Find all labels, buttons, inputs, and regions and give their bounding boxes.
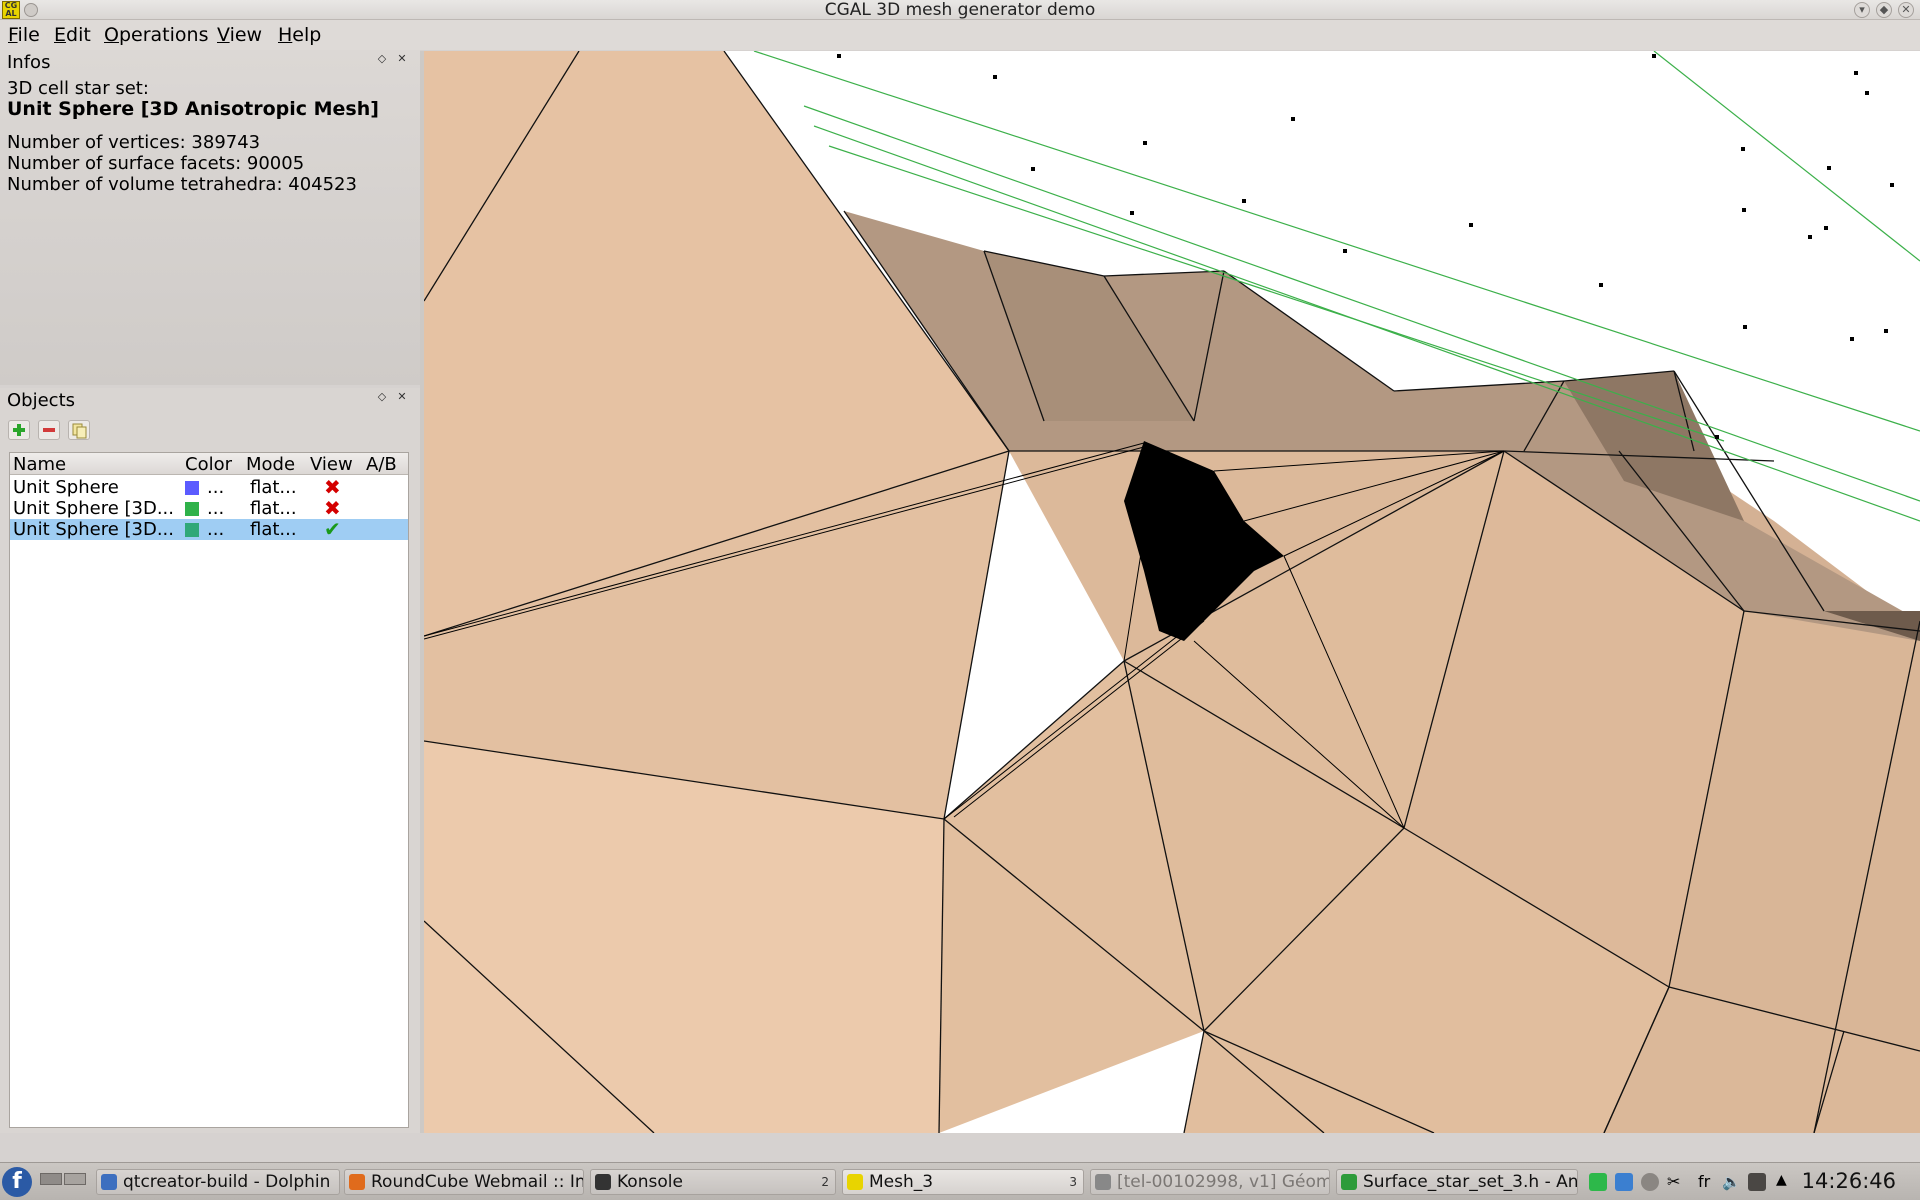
infos-dock-title: Infos [7,52,51,73]
dock-float-icon[interactable]: ◇ [376,52,388,66]
keyboard-layout[interactable]: fr [1698,1172,1710,1191]
dock-close-icon[interactable]: ✕ [396,390,408,404]
table-row[interactable]: Unit Sphere [3D... ... flat... ✖ [10,498,408,520]
info-facets: Number of surface facets: 90005 [7,153,305,174]
col-ab[interactable]: A/B [366,454,397,475]
visible-check-icon[interactable]: ✔ [324,519,341,540]
menubar: File Edit Operations View Help [0,20,1920,50]
close-icon[interactable]: ✕ [1898,2,1914,18]
table-header: Name Color Mode View A/B [10,453,408,475]
table-row[interactable]: Unit Sphere ... flat... ✖ [10,477,408,499]
menu-operations[interactable]: Operations [104,24,208,46]
col-name[interactable]: Name [13,454,66,475]
col-view[interactable]: View [310,454,353,475]
hidden-icon[interactable]: ✖ [324,477,341,498]
task-webmail[interactable]: RoundCube Webmail :: Inbo [344,1169,584,1195]
info-vertices: Number of vertices: 389743 [7,132,261,153]
tray-expand-icon[interactable]: ▲ [1776,1172,1787,1188]
document-icon [1095,1174,1111,1190]
download-icon[interactable] [1615,1173,1633,1191]
row-color-text: ... [207,477,225,498]
task-pdf-document[interactable]: [tel-00102998, v1] Géomé [1090,1169,1330,1195]
editor-icon [1341,1174,1357,1190]
task-dolphin[interactable]: qtcreator-build - Dolphin [96,1169,340,1195]
duplicate-object-button[interactable] [68,420,90,440]
desktop-pager-2[interactable] [64,1173,86,1185]
settings-gear-icon[interactable] [1641,1173,1659,1191]
infos-dock: Infos ◇ ✕ 3D cell star set: Unit Sphere … [0,50,420,385]
hidden-icon[interactable]: ✖ [324,498,341,519]
table-row-selected[interactable]: Unit Sphere [3D... ... flat... ✔ [10,519,408,540]
task-editor[interactable]: Surface_star_set_3.h - Anis [1336,1169,1578,1195]
menu-view[interactable]: View [217,24,262,46]
col-color[interactable]: Color [185,454,232,475]
dock-close-icon[interactable]: ✕ [396,52,408,66]
color-swatch[interactable] [185,481,199,495]
row-name: Unit Sphere [3D... [13,519,174,540]
network-icon[interactable] [1748,1173,1766,1191]
row-name: Unit Sphere [13,477,119,498]
row-color-text: ... [207,519,225,540]
add-object-button[interactable] [8,420,30,440]
minimize-icon[interactable]: ▾ [1854,2,1870,18]
scissors-icon[interactable]: ✂ [1667,1173,1685,1191]
dolphin-icon [101,1174,117,1190]
update-ok-icon[interactable] [1589,1173,1607,1191]
window-titlebar: CG AL CGAL 3D mesh generator demo ▾ ◆ ✕ [0,0,1920,20]
firefox-icon [349,1174,365,1190]
volume-icon[interactable]: 🔈 [1722,1173,1741,1191]
row-mode[interactable]: flat... [250,477,297,498]
start-menu-icon[interactable]: f [2,1167,32,1197]
maximize-icon[interactable]: ◆ [1876,2,1892,18]
color-swatch[interactable] [185,523,199,537]
menu-edit[interactable]: Edit [54,24,91,46]
menu-file[interactable]: File [8,24,40,46]
row-color-text: ... [207,498,225,519]
objects-dock-title: Objects [7,390,76,411]
desktop-pager-1[interactable] [40,1173,62,1185]
menu-help[interactable]: Help [278,24,321,46]
konsole-icon [595,1174,611,1190]
taskbar: f qtcreator-build - Dolphin RoundCube We… [0,1162,1920,1200]
3d-viewer[interactable] [424,51,1920,1133]
info-tetrahedra: Number of volume tetrahedra: 404523 [7,174,357,195]
row-mode[interactable]: flat... [250,498,297,519]
objects-toolbar [8,420,108,442]
remove-object-button[interactable] [38,420,60,440]
color-swatch[interactable] [185,502,199,516]
dock-float-icon[interactable]: ◇ [376,390,388,404]
window-title: CGAL 3D mesh generator demo [824,0,1096,20]
objects-table: Name Color Mode View A/B Unit Sphere ...… [9,452,409,1128]
task-konsole[interactable]: Konsole 2 [590,1169,836,1195]
cgal-icon [847,1174,863,1190]
task-mesh3[interactable]: Mesh_3 3 [842,1169,1084,1195]
col-mode[interactable]: Mode [246,454,295,475]
info-object-name: Unit Sphere [3D Anisotropic Mesh] [7,98,379,120]
row-mode[interactable]: flat... [250,519,297,540]
info-type-line: 3D cell star set: [7,78,149,99]
clock[interactable]: 14:26:46 [1802,1167,1896,1195]
row-name: Unit Sphere [3D... [13,498,174,519]
mesh-render [424,51,1920,1133]
